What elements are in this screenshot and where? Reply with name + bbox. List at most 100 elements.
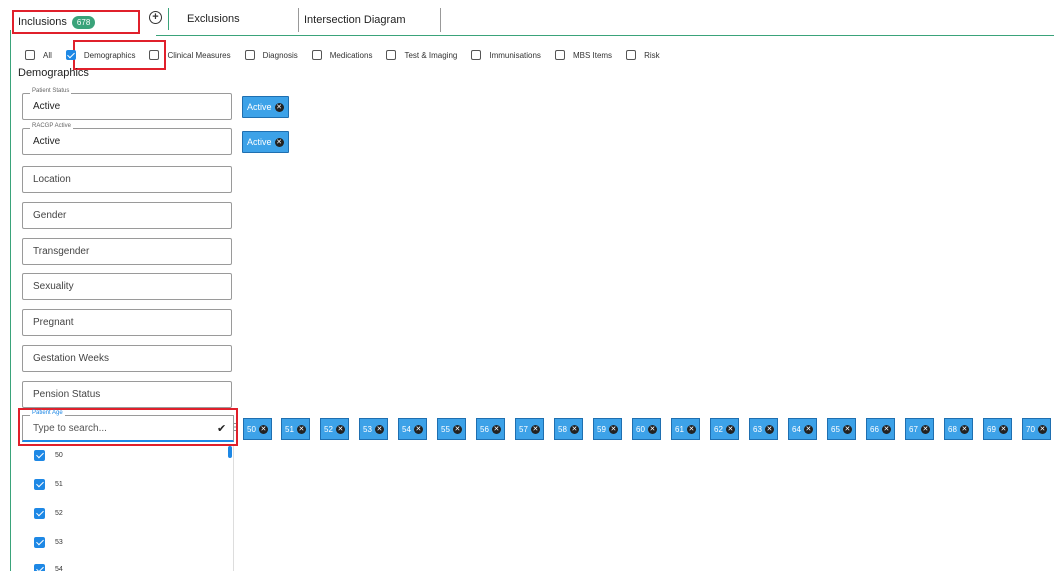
remove-icon[interactable]: ✕ [920, 424, 930, 434]
category-checkbox[interactable] [626, 50, 637, 60]
gestation-weeks-field[interactable]: Gestation Weeks [22, 345, 232, 372]
remove-icon[interactable]: ✕ [274, 137, 284, 147]
age-chip[interactable]: 70 ✕ [1022, 418, 1051, 440]
add-circle-icon[interactable]: + [149, 11, 162, 24]
chip-label: 65 [831, 424, 840, 434]
age-chip[interactable]: 54 ✕ [398, 418, 427, 440]
dropdown-scrollbar[interactable] [228, 446, 232, 458]
category-test-imaging[interactable]: Test & Imaging [386, 50, 457, 60]
remove-icon[interactable]: ✕ [491, 424, 501, 434]
remove-icon[interactable]: ✕ [764, 424, 774, 434]
option-checkbox[interactable] [34, 564, 45, 571]
category-mbs-items[interactable]: MBS Items [554, 50, 612, 60]
tab-exclusions-label: Exclusions [187, 13, 240, 25]
remove-icon[interactable]: ✕ [258, 424, 268, 434]
chip-label: 50 [247, 424, 256, 434]
tab-exclusions[interactable]: Exclusions [168, 8, 298, 30]
category-checkbox[interactable] [149, 50, 160, 60]
category-label: Medications [329, 50, 373, 60]
remove-icon[interactable]: ✕ [959, 424, 969, 434]
age-chip[interactable]: 64 ✕ [788, 418, 817, 440]
age-chip[interactable]: 60 ✕ [632, 418, 661, 440]
tab-inclusions[interactable]: Inclusions 678 [12, 10, 140, 34]
option-checkbox[interactable] [34, 479, 45, 490]
patient-status-field[interactable]: Patient Status Active [22, 88, 232, 120]
field-placeholder: Location [33, 174, 71, 185]
category-demographics[interactable]: Demographics [65, 50, 135, 60]
remove-icon[interactable]: ✕ [881, 424, 891, 434]
age-chip[interactable]: 58 ✕ [554, 418, 583, 440]
age-chip[interactable]: 59 ✕ [593, 418, 622, 440]
age-chip[interactable]: 50 ✕ [243, 418, 272, 440]
option-checkbox[interactable] [34, 450, 45, 461]
remove-icon[interactable]: ✕ [608, 424, 618, 434]
remove-icon[interactable]: ✕ [296, 424, 306, 434]
patient-age-search-input[interactable]: Patient Age Type to search... ✔ ⋮ [22, 410, 240, 442]
pension-status-field[interactable]: Pension Status [22, 381, 232, 408]
transgender-field[interactable]: Transgender [22, 238, 232, 265]
age-chip[interactable]: 57 ✕ [515, 418, 544, 440]
remove-icon[interactable]: ✕ [725, 424, 735, 434]
age-chip[interactable]: 53 ✕ [359, 418, 388, 440]
age-chip[interactable]: 67 ✕ [905, 418, 934, 440]
remove-icon[interactable]: ✕ [374, 424, 384, 434]
location-field[interactable]: Location [22, 166, 232, 193]
age-chip[interactable]: 61 ✕ [671, 418, 700, 440]
option-checkbox[interactable] [34, 508, 45, 519]
category-all[interactable]: All [25, 50, 52, 60]
check-icon[interactable]: ✔ [217, 422, 226, 435]
age-option[interactable]: 52 [34, 508, 63, 519]
category-checkbox[interactable] [311, 50, 322, 60]
category-clinical-measures[interactable]: Clinical Measures [149, 50, 231, 60]
age-chip[interactable]: 68 ✕ [944, 418, 973, 440]
category-risk[interactable]: Risk [626, 50, 660, 60]
sexuality-field[interactable]: Sexuality [22, 273, 232, 300]
age-option[interactable]: 51 [34, 479, 63, 490]
age-chip[interactable]: 63 ✕ [749, 418, 778, 440]
category-immunisations[interactable]: Immunisations [471, 50, 541, 60]
age-chip[interactable]: 65 ✕ [827, 418, 856, 440]
category-diagnosis[interactable]: Diagnosis [244, 50, 298, 60]
category-label: Immunisations [489, 50, 541, 60]
remove-icon[interactable]: ✕ [647, 424, 657, 434]
remove-icon[interactable]: ✕ [452, 424, 462, 434]
age-chip[interactable]: 66 ✕ [866, 418, 895, 440]
pregnant-field[interactable]: Pregnant [22, 309, 232, 336]
category-checkbox[interactable] [386, 50, 397, 60]
section-title: Demographics [18, 67, 89, 79]
patient-status-chip[interactable]: Active ✕ [242, 96, 289, 118]
racgp-active-chip[interactable]: Active ✕ [242, 131, 289, 153]
age-chip[interactable]: 69 ✕ [983, 418, 1012, 440]
category-checkbox[interactable] [244, 50, 255, 60]
remove-icon[interactable]: ✕ [842, 424, 852, 434]
category-checkbox[interactable] [471, 50, 482, 60]
remove-icon[interactable]: ✕ [686, 424, 696, 434]
remove-icon[interactable]: ✕ [803, 424, 813, 434]
option-label: 50 [55, 452, 63, 459]
category-checkbox[interactable] [65, 50, 76, 60]
select-toggle-icon[interactable]: ⋮ [230, 422, 240, 433]
chip-label: 58 [558, 424, 567, 434]
age-option[interactable]: 54 [34, 564, 63, 571]
remove-icon[interactable]: ✕ [1037, 424, 1047, 434]
category-medications[interactable]: Medications [311, 50, 373, 60]
age-chip[interactable]: 55 ✕ [437, 418, 466, 440]
racgp-active-field[interactable]: RACGP Active Active [22, 123, 232, 155]
age-option[interactable]: 53 [34, 537, 63, 548]
gender-field[interactable]: Gender [22, 202, 232, 229]
remove-icon[interactable]: ✕ [274, 102, 284, 112]
category-checkbox[interactable] [25, 50, 35, 60]
remove-icon[interactable]: ✕ [413, 424, 423, 434]
age-chip[interactable]: 62 ✕ [710, 418, 739, 440]
tab-intersection-diagram[interactable]: Intersection Diagram [298, 8, 441, 32]
remove-icon[interactable]: ✕ [335, 424, 345, 434]
age-option[interactable]: 50 [34, 450, 63, 461]
age-chip[interactable]: 51 ✕ [281, 418, 310, 440]
category-checkbox[interactable] [554, 50, 565, 60]
age-chip[interactable]: 56 ✕ [476, 418, 505, 440]
option-checkbox[interactable] [34, 537, 45, 548]
remove-icon[interactable]: ✕ [998, 424, 1008, 434]
remove-icon[interactable]: ✕ [569, 424, 579, 434]
remove-icon[interactable]: ✕ [530, 424, 540, 434]
age-chip[interactable]: 52 ✕ [320, 418, 349, 440]
